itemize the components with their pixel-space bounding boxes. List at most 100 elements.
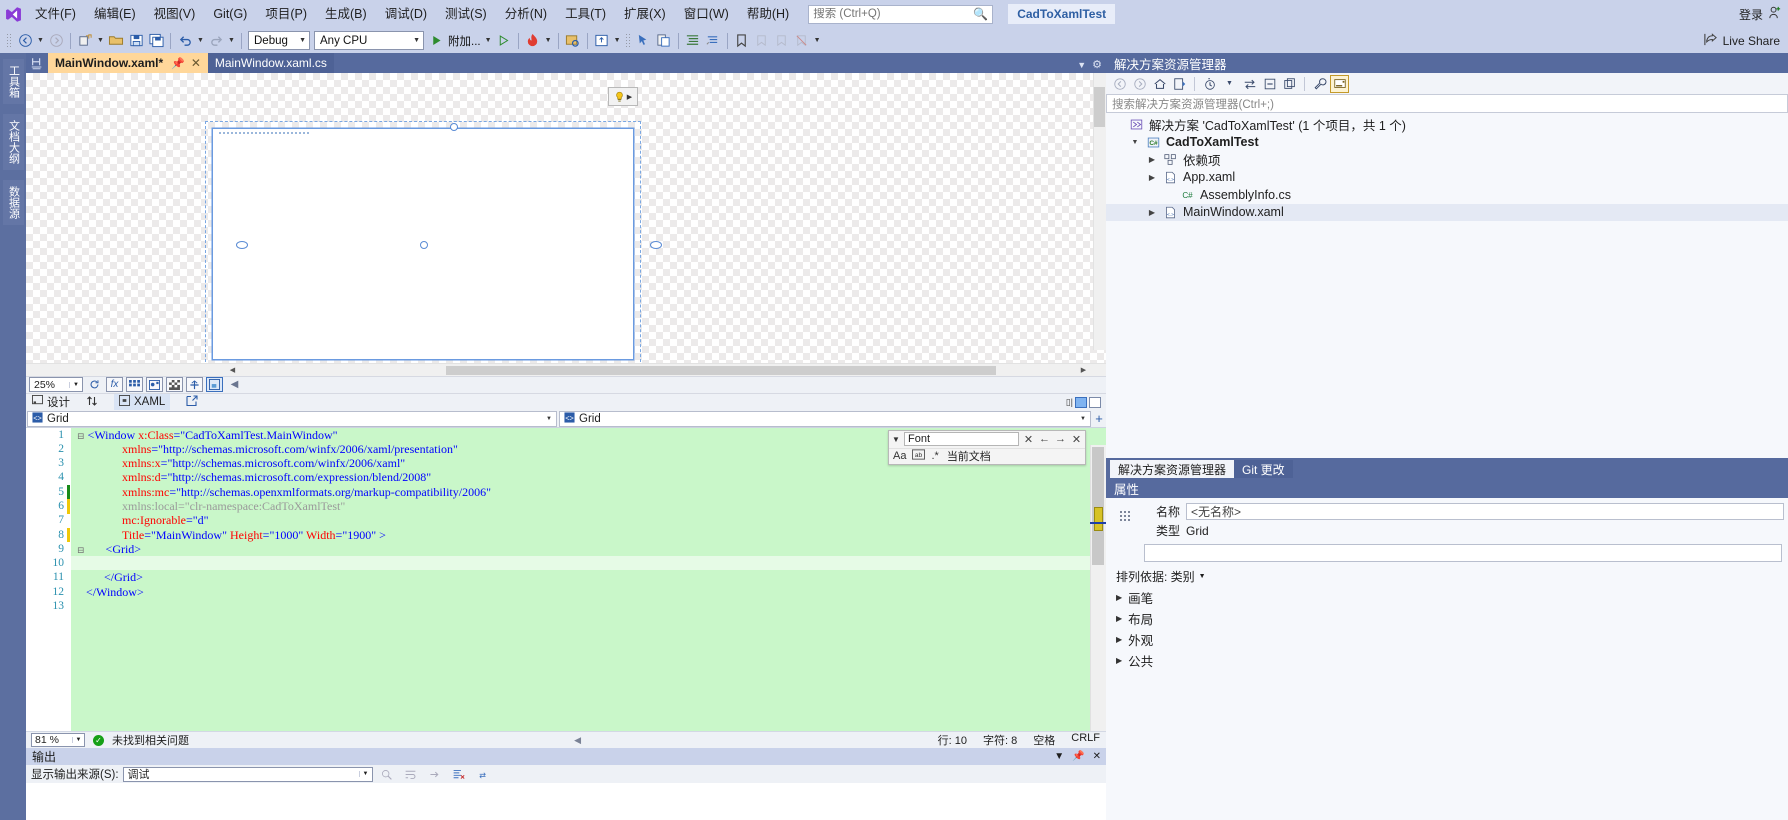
format-document-icon[interactable]: [683, 31, 703, 51]
menu-test[interactable]: 测试(S): [436, 3, 496, 25]
tree-item-cadtoxamltest[interactable]: ▼ C# CadToXamlTest: [1106, 134, 1788, 152]
back-icon[interactable]: [1110, 75, 1129, 93]
layout-vertical-split-icon[interactable]: [1089, 396, 1101, 408]
match-case-icon[interactable]: Aa: [893, 450, 906, 462]
property-sort-control[interactable]: 排列依据: 类别 ▼: [1106, 566, 1788, 587]
code-text-area[interactable]: ⊟ <Window x:Class="CadToXamlTest.MainWind…: [71, 427, 1106, 731]
effects-toggle-icon[interactable]: fx: [106, 377, 123, 392]
property-category-布局[interactable]: ▶ 布局: [1106, 608, 1788, 629]
expander-icon[interactable]: ▶: [1116, 593, 1122, 602]
new-project-icon[interactable]: [75, 31, 95, 51]
go-to-source-dropdown[interactable]: ▼: [612, 31, 623, 51]
menu-analyze[interactable]: 分析(N): [496, 3, 556, 25]
pending-changes-history-icon[interactable]: [1200, 75, 1219, 93]
redo-icon[interactable]: [206, 31, 226, 51]
code-line[interactable]: xmlns:mc="http://schemas.openxmlformats.…: [71, 485, 1106, 499]
account-person-icon[interactable]: [1767, 5, 1782, 23]
code-line[interactable]: [71, 599, 1106, 613]
editor-vscroll-thumb[interactable]: [1092, 446, 1104, 565]
save-icon[interactable]: [126, 31, 146, 51]
sync-with-active-document-icon[interactable]: [1240, 75, 1259, 93]
resize-handle-right[interactable]: [650, 241, 662, 249]
paste-special-icon[interactable]: [654, 31, 674, 51]
code-line[interactable]: mc:Ignorable="d": [71, 513, 1106, 527]
tree-item-[interactable]: ▶ 依赖项: [1106, 151, 1788, 169]
designer-zoom-combo[interactable]: 25% ▼: [29, 377, 83, 392]
designer-horizontal-scrollbar[interactable]: ◀ ▶: [26, 362, 1106, 376]
menu-build[interactable]: 生成(B): [316, 3, 376, 25]
tab-mainwindow-xaml-cs[interactable]: MainWindow.xaml.cs: [207, 53, 334, 73]
select-element-icon[interactable]: [563, 31, 583, 51]
active-files-icon[interactable]: [26, 53, 48, 73]
menu-edit[interactable]: 编辑(E): [85, 3, 145, 25]
close-icon[interactable]: ✕: [1093, 751, 1101, 762]
match-whole-word-icon[interactable]: ab: [912, 449, 926, 463]
property-category-公共[interactable]: ▶ 公共: [1106, 650, 1788, 671]
sidebar-tab-data-sources[interactable]: 数据源: [2, 180, 24, 225]
code-surface[interactable]: 1 2 3 4 5 6 7 8 9 10 11 12 13 ⊟ <Window x:Class="CadT…: [26, 427, 1106, 731]
properties-wrench-icon[interactable]: [1310, 75, 1329, 93]
find-next-icon[interactable]: →: [1054, 433, 1067, 445]
start-debug-play-icon[interactable]: [426, 31, 446, 51]
home-icon[interactable]: [1150, 75, 1169, 93]
navigate-backward-dropdown[interactable]: ▼: [35, 31, 46, 51]
expander-icon[interactable]: ▶: [1116, 656, 1122, 665]
solution-explorer-search[interactable]: 搜索解决方案资源管理器(Ctrl+;): [1106, 94, 1788, 113]
go-to-source-icon[interactable]: [592, 31, 612, 51]
tab-list-dropdown-icon[interactable]: ▼: [1077, 60, 1086, 70]
attach-dropdown[interactable]: ▼: [483, 31, 494, 51]
attach-label[interactable]: 附加...: [446, 33, 483, 49]
collapse-zoombar-icon[interactable]: ◀: [226, 377, 243, 392]
show-transparency-grid-icon[interactable]: [166, 377, 183, 392]
menu-file[interactable]: 文件(F): [26, 3, 85, 25]
pin-icon[interactable]: 📌: [1072, 751, 1084, 762]
expander-icon[interactable]: ▶: [1116, 614, 1122, 623]
forward-icon[interactable]: [1130, 75, 1149, 93]
solution-tree[interactable]: 解决方案 'CadToXamlTest' (1 个项目，共 1 个) ▼ C# Cad…: [1106, 113, 1788, 458]
bookmark-icon[interactable]: [732, 31, 752, 51]
navigate-backward-icon[interactable]: [15, 31, 35, 51]
code-line[interactable]: xmlns:d="http://schemas.microsoft.com/ex…: [71, 470, 1106, 484]
layout-horizontal-split-icon[interactable]: [1075, 396, 1087, 408]
sign-in-label[interactable]: 登录: [1739, 6, 1763, 23]
show-all-files-icon[interactable]: [1280, 75, 1299, 93]
split-vertical-icon[interactable]: ▯|: [1066, 397, 1073, 408]
next-bookmark-icon[interactable]: [772, 31, 792, 51]
editor-element-combo[interactable]: <> Grid ▼: [27, 410, 557, 427]
quick-actions-lightbulb[interactable]: ▶: [608, 87, 638, 106]
quick-search-box[interactable]: 🔍: [808, 4, 994, 24]
clear-bookmarks-icon[interactable]: [792, 31, 812, 51]
toolbar-overflow[interactable]: ▼: [812, 31, 823, 51]
solution-platform-combo[interactable]: Any CPU ▼: [314, 31, 424, 50]
output-find-icon[interactable]: [377, 764, 397, 784]
find-input[interactable]: Font: [904, 432, 1019, 446]
hot-reload-icon[interactable]: [523, 31, 543, 51]
scroll-right-arrow-icon[interactable]: ▶: [1077, 366, 1090, 374]
code-line[interactable]: ⊟ <Grid>: [71, 542, 1106, 556]
output-go-to-icon[interactable]: [425, 764, 445, 784]
property-category-外观[interactable]: ▶ 外观: [1106, 629, 1788, 650]
chevron-down-icon[interactable]: ▼: [1220, 75, 1239, 93]
code-line[interactable]: </Grid>: [71, 570, 1106, 584]
view-xaml-tab[interactable]: XAML: [114, 394, 171, 410]
hot-reload-dropdown[interactable]: ▼: [543, 31, 554, 51]
pending-changes-filter-icon[interactable]: [1170, 75, 1189, 93]
menu-project[interactable]: 项目(P): [256, 3, 316, 25]
comment-selection-icon[interactable]: [703, 31, 723, 51]
tree-item-app.xaml[interactable]: ▶ <.> App.xaml: [1106, 169, 1788, 187]
collapse-all-icon[interactable]: [1260, 75, 1279, 93]
code-line[interactable]: xmlns:local="clr-namespace:CadToXamlTest…: [71, 499, 1106, 513]
chevron-down-icon[interactable]: ▼: [891, 435, 901, 444]
search-input[interactable]: [813, 8, 974, 20]
tree-item-mainwindow.xaml[interactable]: ▶ <.> MainWindow.xaml: [1106, 203, 1788, 221]
eol-indicator[interactable]: CRLF: [1071, 732, 1100, 748]
view-design-tab[interactable]: 设计: [32, 394, 70, 410]
snap-to-gridlines-icon[interactable]: [146, 377, 163, 392]
output-source-combo[interactable]: 调试 ▼: [122, 766, 373, 782]
solution-settings-gear-icon[interactable]: ⚙: [1092, 58, 1102, 71]
editor-vertical-scrollbar[interactable]: [1090, 444, 1106, 731]
output-toggle-icon[interactable]: ⇄: [473, 764, 493, 784]
open-file-icon[interactable]: [106, 31, 126, 51]
designer-vertical-scrollbar[interactable]: [1093, 73, 1106, 350]
save-all-icon[interactable]: [146, 31, 166, 51]
